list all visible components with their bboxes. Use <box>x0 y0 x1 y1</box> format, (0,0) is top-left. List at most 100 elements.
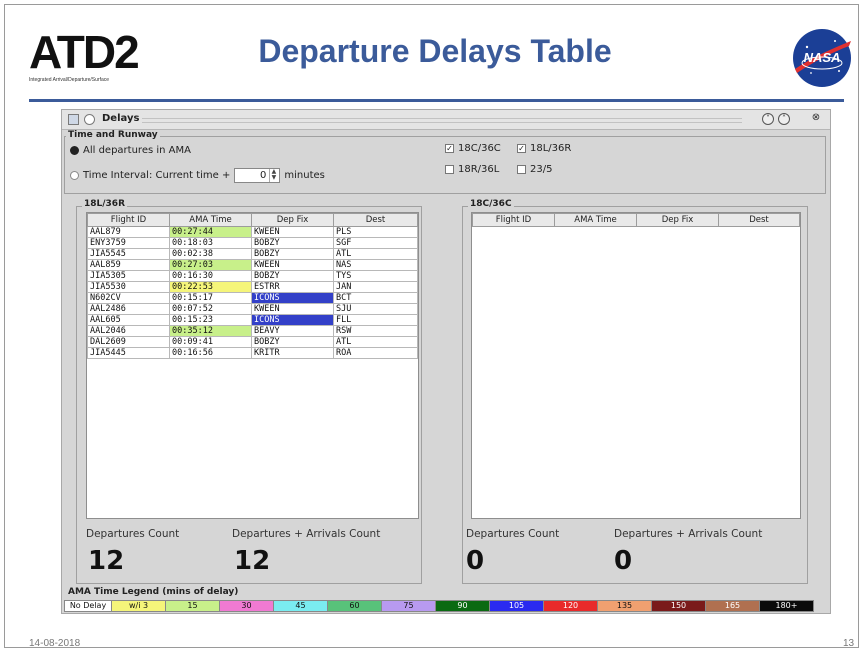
cell-ama-time: 00:16:56 <box>169 347 252 359</box>
legend-item: 150 <box>651 601 705 611</box>
departures-count-value: 12 <box>88 546 125 576</box>
departures-table-18c-36c[interactable]: Flight ID AMA Time Dep Fix Dest <box>471 212 801 519</box>
table-row[interactable]: JIA5530 00:22:53 ESTRR JAN <box>87 281 418 293</box>
table-row[interactable]: AAL605 00:15:23 ICONS FLL <box>87 314 418 326</box>
window-titlebar[interactable]: Delays ˅ ˄ ⊗ <box>62 110 830 130</box>
table-row[interactable]: DAL2609 00:09:41 BOBZY ATL <box>87 336 418 348</box>
time-interval-radio[interactable] <box>70 171 79 180</box>
table-row[interactable]: JIA5445 00:16:56 KRITR ROA <box>87 347 418 359</box>
flights-table: Flight ID AMA Time Dep Fix Dest AAL879 00… <box>87 213 418 359</box>
cell-flight-id: AAL859 <box>87 259 170 271</box>
flights-table: Flight ID AMA Time Dep Fix Dest <box>472 213 800 227</box>
cell-flight-id: DAL2609 <box>87 336 170 348</box>
cell-dep-fix: BOBZY <box>251 336 334 348</box>
window-title: Delays <box>102 113 140 124</box>
all-departures-radio[interactable] <box>70 146 79 155</box>
app-icon <box>68 114 79 125</box>
table-row[interactable]: JIA5545 00:02:38 BOBZY ATL <box>87 248 418 260</box>
runway-23-5-checkbox[interactable] <box>517 165 526 174</box>
dep-arr-count-label: Departures + Arrivals Count <box>232 528 381 540</box>
table-row[interactable]: N602CV 00:15:17 ICONS BCT <box>87 292 418 304</box>
col-dep-fix[interactable]: Dep Fix <box>636 213 719 227</box>
titlebar-grip <box>142 118 742 123</box>
cell-ama-time: 00:27:44 <box>169 226 252 238</box>
col-flight-id[interactable]: Flight ID <box>87 213 170 227</box>
cell-dest: JAN <box>333 281 418 293</box>
legend-label: AMA Time Legend (mins of delay) <box>68 587 239 597</box>
cell-dest: FLL <box>333 314 418 326</box>
footer-date: 14-08-2018 <box>29 638 81 649</box>
runway-18l-36r[interactable]: ✓ 18L/36R <box>517 143 571 154</box>
runway-18l-36r-label: 18L/36R <box>530 143 572 154</box>
departures-count-label: Departures Count <box>86 528 180 540</box>
time-interval-spinner[interactable]: 0 ▲ ▼ <box>234 168 281 183</box>
time-interval-label: Time Interval: Current time + <box>83 170 231 181</box>
runway-18r-36l[interactable]: 18R/36L <box>445 164 499 175</box>
panel-18c-36c-label: 18C/36C <box>468 199 514 209</box>
cell-flight-id: JIA5530 <box>87 281 170 293</box>
minimize-icon[interactable]: ˅ <box>762 113 774 125</box>
legend-item: 60 <box>327 601 381 611</box>
legend-item: 105 <box>489 601 543 611</box>
time-interval-unit: minutes <box>284 170 325 181</box>
runway-18c-36c-label: 18C/36C <box>458 143 501 154</box>
cell-dep-fix: ESTRR <box>251 281 334 293</box>
departures-table-18l-36r[interactable]: Flight ID AMA Time Dep Fix Dest AAL879 00… <box>86 212 419 519</box>
cell-dep-fix: BOBZY <box>251 248 334 260</box>
col-dest[interactable]: Dest <box>718 213 800 227</box>
legend-item: 45 <box>273 601 327 611</box>
window-menu-icon[interactable] <box>84 114 95 125</box>
logo-text: ATD2 <box>29 26 140 78</box>
close-icon[interactable]: ⊗ <box>810 113 822 125</box>
runway-18c-36c-checkbox[interactable]: ✓ <box>445 144 454 153</box>
table-row[interactable]: AAL2486 00:07:52 KWEEN SJU <box>87 303 418 315</box>
col-dep-fix[interactable]: Dep Fix <box>251 213 334 227</box>
cell-dep-fix: ICONS <box>251 314 334 326</box>
cell-ama-time: 00:22:53 <box>169 281 252 293</box>
spinner-arrows-icon[interactable]: ▲ ▼ <box>269 169 277 182</box>
col-flight-id[interactable]: Flight ID <box>472 213 555 227</box>
cell-dest: BCT <box>333 292 418 304</box>
nasa-logo: NASA <box>793 29 851 87</box>
all-departures-label: All departures in AMA <box>83 145 191 156</box>
slide-title: Departure Delays Table <box>258 33 612 69</box>
runway-23-5-label: 23/5 <box>530 164 553 175</box>
panel-18l-36r-label: 18L/36R <box>82 199 128 209</box>
cell-dep-fix: KRITR <box>251 347 334 359</box>
time-interval-option[interactable]: Time Interval: Current time + 0 ▲ ▼ minut… <box>70 168 325 183</box>
table-row[interactable]: AAL859 00:27:03 KWEEN NAS <box>87 259 418 271</box>
table-row[interactable]: ENY3759 00:18:03 BOBZY SGF <box>87 237 418 249</box>
col-ama-time[interactable]: AMA Time <box>169 213 252 227</box>
cell-ama-time: 00:15:17 <box>169 292 252 304</box>
table-row[interactable]: AAL879 00:27:44 KWEEN PLS <box>87 226 418 238</box>
runway-18c-36c[interactable]: ✓ 18C/36C <box>445 143 501 154</box>
cell-dep-fix: BOBZY <box>251 270 334 282</box>
all-departures-option[interactable]: All departures in AMA <box>70 145 191 156</box>
cell-dep-fix: KWEEN <box>251 303 334 315</box>
cell-flight-id: JIA5305 <box>87 270 170 282</box>
table-row[interactable]: JIA5305 00:16:30 BOBZY TYS <box>87 270 418 282</box>
cell-dest: ATL <box>333 336 418 348</box>
maximize-icon[interactable]: ˄ <box>778 113 790 125</box>
col-ama-time[interactable]: AMA Time <box>554 213 637 227</box>
page-number: 13 <box>843 638 855 649</box>
time-interval-value[interactable]: 0 <box>260 170 266 181</box>
cell-dest: TYS <box>333 270 418 282</box>
legend-item: 120 <box>543 601 597 611</box>
runway-18l-36r-checkbox[interactable]: ✓ <box>517 144 526 153</box>
runway-18r-36l-checkbox[interactable] <box>445 165 454 174</box>
runway-23-5[interactable]: 23/5 <box>517 164 552 175</box>
legend-item: 75 <box>381 601 435 611</box>
cell-dest: SJU <box>333 303 418 315</box>
cell-flight-id: N602CV <box>87 292 170 304</box>
cell-ama-time: 00:35:12 <box>169 325 252 337</box>
cell-ama-time: 00:18:03 <box>169 237 252 249</box>
col-dest[interactable]: Dest <box>333 213 418 227</box>
cell-ama-time: 00:07:52 <box>169 303 252 315</box>
slide: ATD2 Integrated Arrival/Departure/Surfac… <box>4 4 859 649</box>
table-row[interactable]: AAL2046 00:35:12 BEAVY RSW <box>87 325 418 337</box>
departures-count-label: Departures Count <box>466 528 560 540</box>
cell-dep-fix: BOBZY <box>251 237 334 249</box>
cell-dep-fix: KWEEN <box>251 259 334 271</box>
cell-dep-fix: ICONS <box>251 292 334 304</box>
